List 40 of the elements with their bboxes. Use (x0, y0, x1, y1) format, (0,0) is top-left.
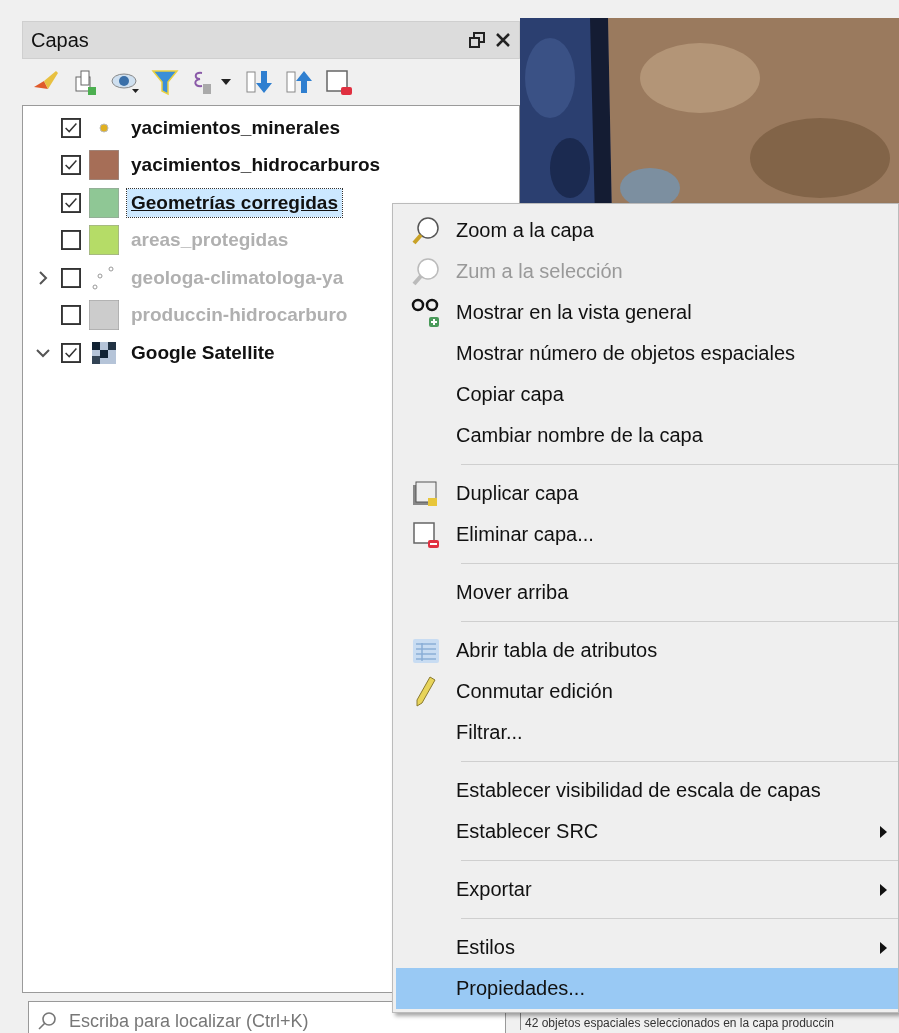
menu-item[interactable]: Establecer visibilidad de escala de capas (396, 770, 898, 811)
checkbox[interactable] (61, 342, 81, 363)
layer-name[interactable]: Google Satellite (127, 338, 279, 367)
magnifier-icon (410, 255, 442, 288)
search-field[interactable]: Escriba para localizar (Ctrl+K) (28, 1001, 506, 1033)
checkbox[interactable] (61, 155, 81, 176)
panel-title: Capas (31, 28, 90, 52)
checkbox[interactable] (61, 192, 81, 213)
menu-item[interactable]: Mostrar número de objetos espaciales (396, 333, 898, 374)
filter-icon[interactable] (150, 67, 180, 97)
magnifier-icon (410, 214, 442, 247)
menu-item[interactable]: Propiedades... (396, 968, 898, 1009)
menu-item[interactable]: Duplicar capa (396, 473, 898, 514)
remove-layer-icon[interactable] (324, 67, 354, 97)
menu-item[interactable]: Eliminar capa... (396, 514, 898, 555)
menu-item[interactable]: Establecer SRC (396, 811, 898, 852)
pencil-icon (414, 674, 438, 709)
checkbox[interactable] (61, 305, 81, 326)
layer-name[interactable]: Geometrías corregidas (127, 188, 342, 217)
menu-item[interactable]: Mover arriba (396, 572, 898, 613)
search-icon (38, 1011, 58, 1031)
glasses-icon (410, 296, 442, 329)
menu-item[interactable]: Filtrar... (396, 712, 898, 753)
checkbox[interactable] (61, 117, 81, 138)
menu-item[interactable]: Mostrar en la vista general (396, 292, 898, 333)
menu-item[interactable]: Exportar (396, 869, 898, 910)
menu-item[interactable]: Cambiar nombre de la capa (396, 415, 898, 456)
float-icon[interactable] (469, 32, 485, 48)
menu-item[interactable]: Conmutar edición (396, 671, 898, 712)
checkbox[interactable] (61, 230, 81, 251)
menu-item[interactable]: Estilos (396, 927, 898, 968)
layer-name[interactable]: yacimientos_minerales (127, 113, 345, 142)
menu-item[interactable]: Copiar capa (396, 374, 898, 415)
table-icon (412, 636, 440, 665)
menu-item[interactable]: Abrir tabla de atributos (396, 630, 898, 671)
checkbox[interactable] (61, 267, 81, 288)
menu-item[interactable]: Zoom a la capa (396, 210, 898, 251)
remove-layer-icon (411, 519, 441, 550)
close-icon[interactable] (495, 32, 511, 48)
layer-name[interactable]: yacimientos_hidrocarburos (127, 151, 385, 180)
